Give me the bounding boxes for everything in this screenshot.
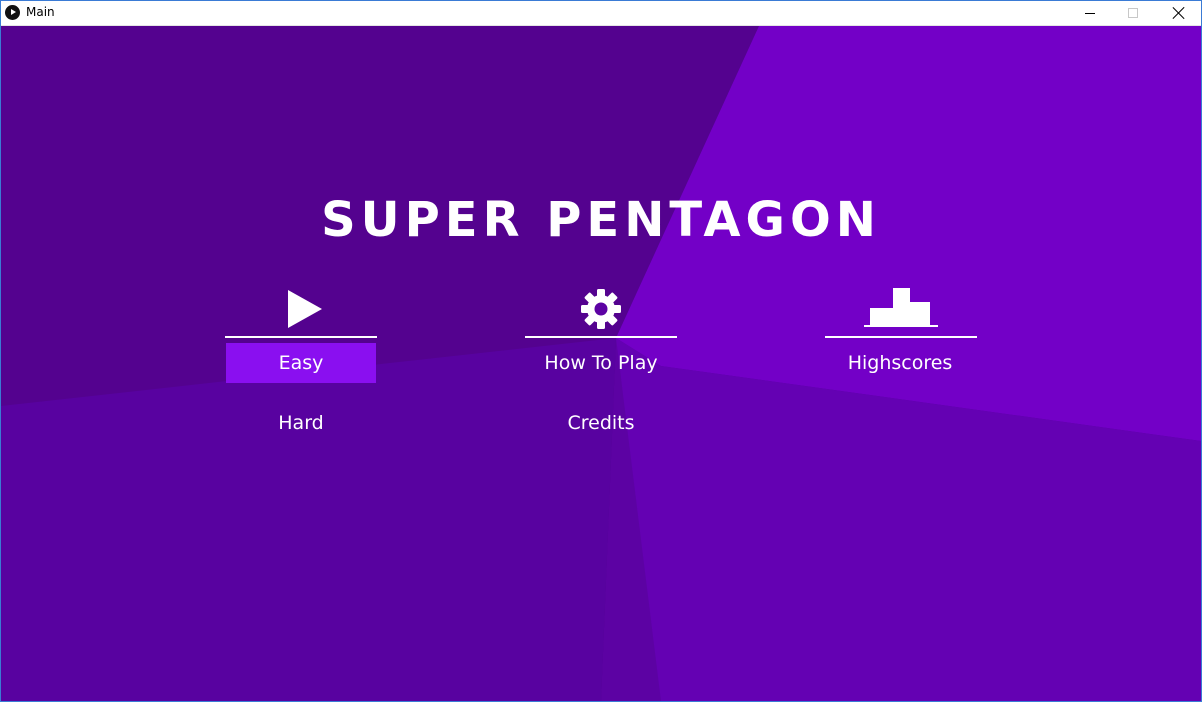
game-canvas: SUPER PENTAGON Easy Hard How To Play Cre… <box>1 26 1201 701</box>
highscores-button[interactable]: Highscores <box>825 343 975 383</box>
easy-button[interactable]: Easy <box>226 343 376 383</box>
close-icon <box>1173 7 1185 19</box>
hard-button[interactable]: Hard <box>226 403 376 443</box>
podium-icon <box>864 288 938 327</box>
window-titlebar: Main <box>0 0 1202 26</box>
game-title: SUPER PENTAGON <box>321 192 881 248</box>
close-button[interactable] <box>1156 0 1202 26</box>
info-divider <box>525 336 677 338</box>
maximize-button[interactable] <box>1110 0 1156 26</box>
highscores-divider <box>825 336 977 338</box>
credits-button[interactable]: Credits <box>526 403 676 443</box>
minimize-button[interactable] <box>1067 0 1113 26</box>
play-divider <box>225 336 377 338</box>
window-title: Main <box>26 5 55 19</box>
how-to-play-button[interactable]: How To Play <box>526 343 676 383</box>
minimize-icon <box>1085 12 1095 14</box>
app-play-icon <box>5 5 20 20</box>
gear-icon <box>581 289 621 329</box>
maximize-icon <box>1128 8 1138 18</box>
play-icon <box>288 290 322 328</box>
